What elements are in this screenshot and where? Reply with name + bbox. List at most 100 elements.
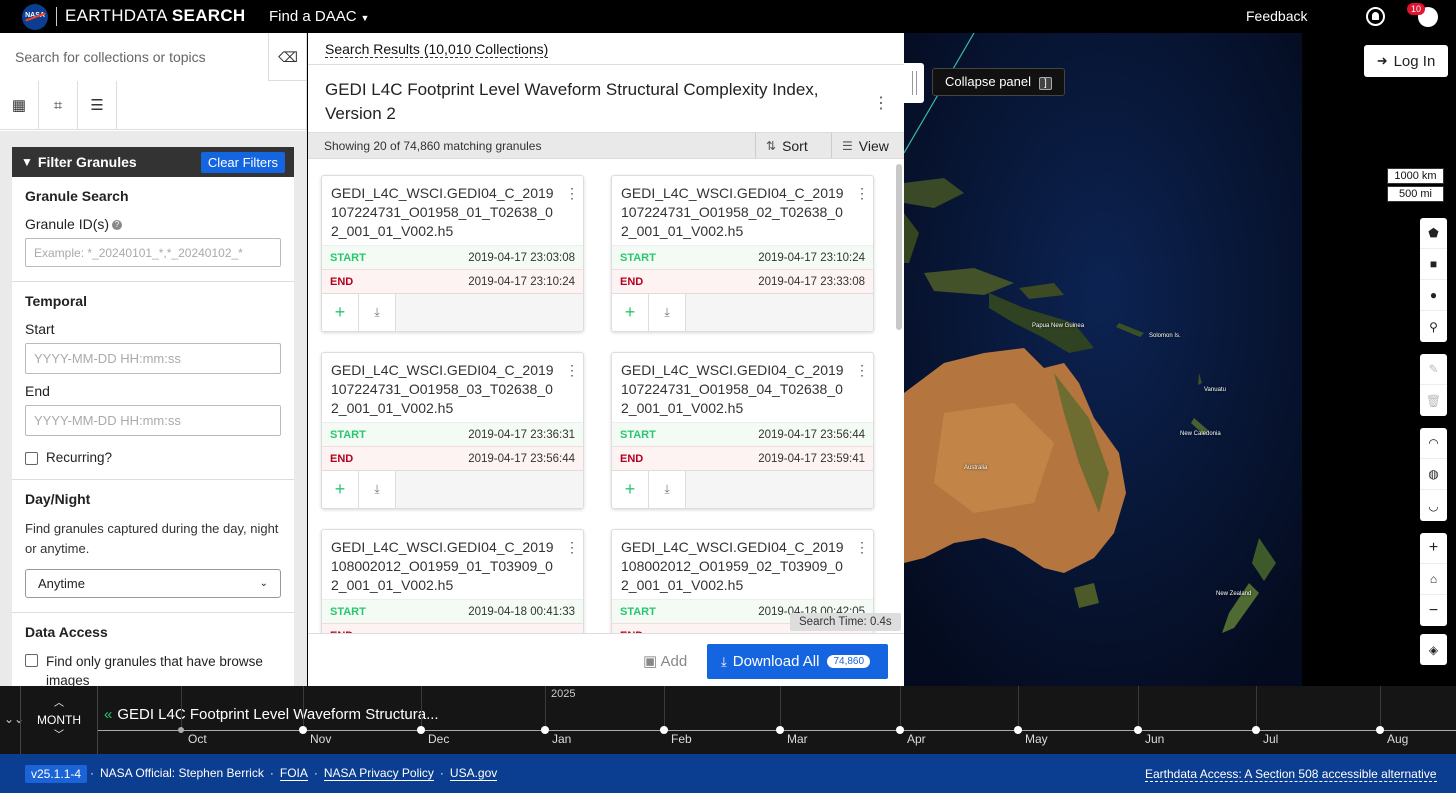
granule-search-heading: Granule Search bbox=[25, 188, 129, 204]
find-daac-label: Find a DAAC bbox=[269, 8, 357, 25]
edit-icon[interactable]: ✎ bbox=[1420, 354, 1447, 385]
point-icon[interactable]: ⚲ bbox=[1420, 311, 1447, 342]
login-button[interactable]: ➜ Log In bbox=[1364, 45, 1448, 77]
zoom-in-icon[interactable]: + bbox=[1420, 533, 1447, 564]
bullet: · bbox=[90, 766, 94, 780]
granule-id-label: Granule ID(s)? bbox=[25, 216, 281, 232]
granule-name: GEDI_L4C_WSCI.GEDI04_C_2019107224731_O01… bbox=[331, 185, 554, 239]
brand-title[interactable]: EARTHDATA SEARCH bbox=[65, 6, 246, 26]
zoom-out-icon[interactable]: − bbox=[1420, 595, 1447, 626]
more-vertical-icon[interactable]: ⋮ bbox=[855, 185, 869, 202]
home-icon[interactable]: ⌂ bbox=[1420, 564, 1447, 595]
eraser-icon[interactable]: ⌫ bbox=[268, 33, 307, 81]
timeline-month-dot[interactable] bbox=[1376, 726, 1384, 734]
collapse-panel-handle[interactable] bbox=[904, 63, 924, 103]
granule-id-input[interactable]: Example: *_20240101_*,*_20240102_* bbox=[25, 238, 281, 267]
map-label: Solomon Is. bbox=[1149, 333, 1181, 339]
help-icon[interactable]: ? bbox=[112, 220, 123, 231]
plus-icon[interactable]: + bbox=[612, 294, 649, 331]
download-icon[interactable]: ⤓ bbox=[359, 294, 396, 331]
sort-button[interactable]: ⇅ Sort bbox=[755, 133, 818, 158]
find-daac-menu[interactable]: Find a DAAC ▼ bbox=[269, 8, 369, 25]
collection-search-input[interactable] bbox=[0, 33, 268, 81]
layers-icon[interactable]: ◈ bbox=[1420, 634, 1447, 665]
plus-icon[interactable]: + bbox=[322, 294, 359, 331]
timeline-month-dot[interactable] bbox=[1134, 726, 1142, 734]
granule-name: GEDI_L4C_WSCI.GEDI04_C_2019107224731_O01… bbox=[621, 185, 844, 239]
granule-card[interactable]: GEDI_L4C_WSCI.GEDI04_C_2019107224731_O01… bbox=[611, 175, 874, 332]
more-vertical-icon[interactable]: ⋮ bbox=[855, 362, 869, 379]
timeline-month-label: Aug bbox=[1387, 732, 1409, 746]
day-night-select[interactable]: Anytime ⌄ bbox=[25, 569, 281, 598]
search-results-breadcrumb[interactable]: Search Results (10,010 Collections) bbox=[325, 41, 549, 58]
granule-card[interactable]: GEDI_L4C_WSCI.GEDI04_C_2019107224731_O01… bbox=[611, 352, 874, 509]
foia-link[interactable]: FOIA bbox=[279, 766, 308, 781]
results-scrollbar[interactable] bbox=[896, 164, 902, 330]
collapse-tooltip-text: Collapse panel bbox=[945, 74, 1032, 89]
clear-filters-button[interactable]: Clear Filters bbox=[200, 151, 285, 173]
bell-icon[interactable] bbox=[1366, 7, 1385, 26]
download-icon[interactable]: ⤓ bbox=[359, 471, 396, 508]
timeline-month-label: Oct bbox=[188, 732, 207, 746]
calendar-icon[interactable]: ▦ bbox=[0, 81, 39, 129]
crop-icon[interactable]: ⌗ bbox=[39, 81, 78, 129]
timeline-month-dot[interactable] bbox=[417, 726, 425, 734]
south-pole-icon[interactable]: ◡ bbox=[1420, 490, 1447, 521]
sliders-icon[interactable]: ☰ bbox=[78, 81, 117, 129]
search-tools: ▦ ⌗ ☰ bbox=[0, 81, 306, 130]
browse-only-checkbox[interactable] bbox=[25, 654, 38, 667]
granule-card[interactable]: GEDI_L4C_WSCI.GEDI04_C_2019107224731_O01… bbox=[321, 352, 584, 509]
more-vertical-icon[interactable]: ⋮ bbox=[855, 539, 869, 556]
granule-card[interactable]: GEDI_L4C_WSCI.GEDI04_C_2019107224731_O01… bbox=[321, 175, 584, 332]
timeline-month-dot[interactable] bbox=[776, 726, 784, 734]
browse-only-row[interactable]: Find only granules that have browse imag… bbox=[25, 652, 281, 686]
more-vertical-icon[interactable]: ⋮ bbox=[873, 93, 889, 113]
polygon-icon[interactable]: ⬟ bbox=[1420, 218, 1447, 249]
timeline-month-dot[interactable] bbox=[541, 726, 549, 734]
more-vertical-icon[interactable]: ⋮ bbox=[565, 185, 579, 202]
map-label: Australia bbox=[964, 465, 988, 471]
recurring-checkbox[interactable] bbox=[25, 452, 38, 465]
map-label: Vanuatu bbox=[1204, 387, 1226, 393]
view-button[interactable]: ☰ View bbox=[831, 133, 899, 158]
download-icon[interactable]: ⤓ bbox=[649, 471, 686, 508]
plus-icon[interactable]: + bbox=[322, 471, 359, 508]
more-vertical-icon[interactable]: ⋮ bbox=[565, 539, 579, 556]
start-label: START bbox=[620, 605, 656, 618]
nasa-logo[interactable]: NASA bbox=[22, 4, 48, 30]
circle-icon[interactable]: ● bbox=[1420, 280, 1447, 311]
chevron-up-icon[interactable]: ︿ bbox=[54, 699, 64, 709]
north-pole-icon[interactable]: ◠ bbox=[1420, 428, 1447, 459]
timeline: ⌄⌄ ︿ MONTH ﹀ «GEDI L4C Footprint Level W… bbox=[0, 686, 1456, 754]
timeline-month-label: Jul bbox=[1263, 732, 1279, 746]
accessible-alternative-link[interactable]: Earthdata Access: A Section 508 accessib… bbox=[1145, 767, 1437, 782]
start-date-input[interactable]: YYYY-MM-DD HH:mm:ss bbox=[25, 343, 281, 374]
timeline-month-dot[interactable] bbox=[299, 726, 307, 734]
recurring-row[interactable]: Recurring? bbox=[25, 450, 281, 465]
timeline-collection-title[interactable]: «GEDI L4C Footprint Level Waveform Struc… bbox=[104, 706, 439, 723]
trash-icon[interactable]: 🗑 bbox=[1420, 385, 1447, 416]
download-icon[interactable]: ⤓ bbox=[649, 294, 686, 331]
timeline-month-dot[interactable] bbox=[896, 726, 904, 734]
usa-gov-link[interactable]: USA.gov bbox=[449, 766, 498, 781]
download-all-button[interactable]: ⤓ Download All 74,860 bbox=[707, 644, 888, 679]
plus-icon[interactable]: + bbox=[612, 471, 649, 508]
start-label: START bbox=[620, 251, 656, 264]
end-date-input[interactable]: YYYY-MM-DD HH:mm:ss bbox=[25, 405, 281, 436]
rectangle-icon[interactable]: ■ bbox=[1420, 249, 1447, 280]
timeline-month-dot[interactable] bbox=[1252, 726, 1260, 734]
more-vertical-icon[interactable]: ⋮ bbox=[565, 362, 579, 379]
granule-card[interactable]: GEDI_L4C_WSCI.GEDI04_C_2019108002012_O01… bbox=[321, 529, 584, 633]
feedback-link[interactable]: Feedback bbox=[1246, 8, 1307, 24]
timeline-month-dot[interactable] bbox=[1014, 726, 1022, 734]
granule-start-time: 2019-04-17 23:10:24 bbox=[758, 251, 865, 264]
chevron-down-icon[interactable]: ﹀ bbox=[54, 731, 64, 741]
globe-icon[interactable]: ◍ bbox=[1420, 459, 1447, 490]
timeline-month-dot[interactable] bbox=[178, 727, 184, 733]
day-night-description: Find granules captured during the day, n… bbox=[25, 521, 279, 556]
privacy-policy-link[interactable]: NASA Privacy Policy bbox=[323, 766, 434, 781]
map-view[interactable]: Papua New Guinea Solomon Is. Vanuatu New… bbox=[904, 33, 1302, 686]
timeline-month-dot[interactable] bbox=[660, 726, 668, 734]
add-button[interactable]: ▣ Add bbox=[643, 652, 687, 670]
version-badge[interactable]: v25.1.1-4 bbox=[25, 765, 88, 783]
